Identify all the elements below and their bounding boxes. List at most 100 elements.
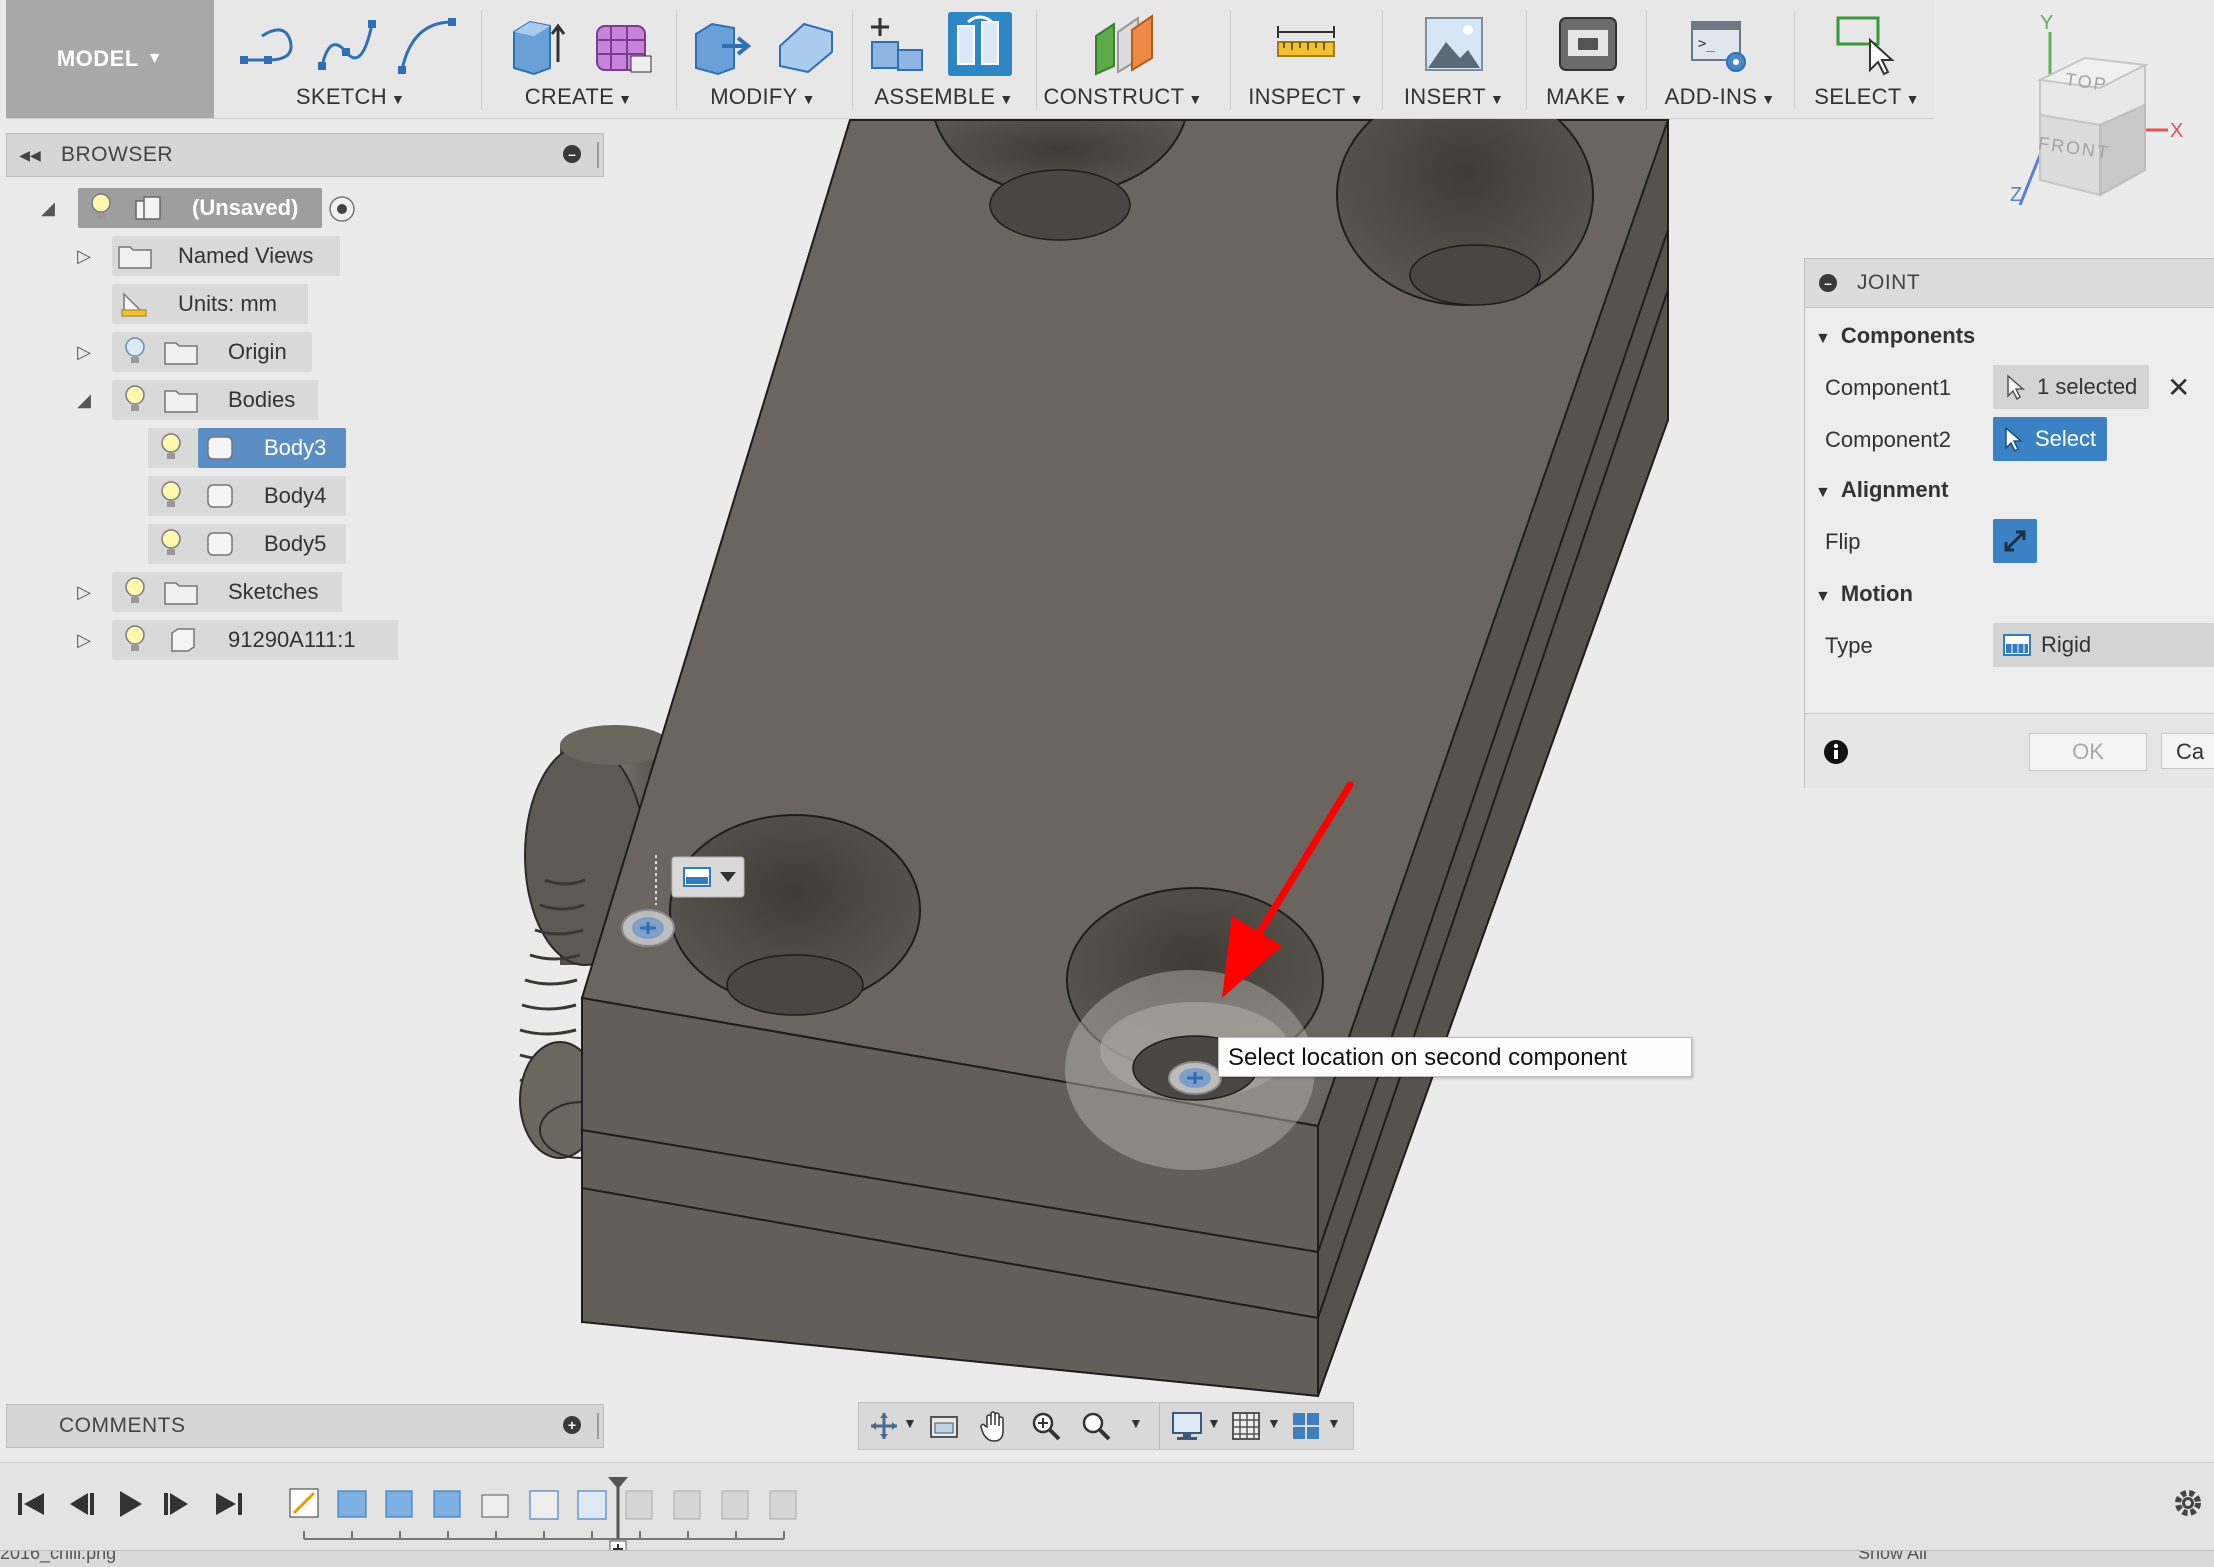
info-icon[interactable]: [1823, 739, 1849, 765]
folder-icon: [164, 342, 198, 365]
components-section-toggle[interactable]: ▼ Components: [1815, 323, 1975, 349]
toolbar-group-make[interactable]: MAKE ▼: [1532, 0, 1642, 118]
toolbar-group-construct[interactable]: CONSTRUCT ▼: [1042, 0, 1204, 118]
display-settings-icon[interactable]: [1171, 1411, 1203, 1441]
lightbulb-icon[interactable]: [88, 191, 114, 225]
expand-triangle-icon[interactable]: ▷: [74, 630, 94, 650]
form-icon[interactable]: [591, 12, 655, 76]
toolbar-group-sketch[interactable]: SKETCH ▼: [228, 0, 473, 118]
axis-z-label: Z: [2010, 184, 2023, 206]
expand-triangle-icon[interactable]: ▷: [74, 246, 94, 266]
joint-dialog: – JOINT ▼ Components Component1 1 selecte…: [1804, 258, 2214, 788]
3d-print-icon[interactable]: [1556, 12, 1620, 76]
lightbulb-icon[interactable]: [158, 479, 184, 513]
line-sketch-icon[interactable]: [238, 12, 302, 76]
toolbar-group-create[interactable]: CREATE ▼: [486, 0, 671, 118]
toolbar-divider: [1526, 10, 1527, 110]
clear-selection-icon[interactable]: ✕: [2167, 371, 2190, 404]
collapse-triangle-icon[interactable]: ◢: [38, 198, 58, 218]
joint-type-mini-dropdown[interactable]: [671, 856, 745, 898]
arc-sketch-icon[interactable]: [394, 12, 458, 76]
expand-triangle-icon[interactable]: ▷: [74, 342, 94, 362]
lightbulb-icon[interactable]: [122, 623, 148, 657]
lightbulb-icon[interactable]: [158, 431, 184, 465]
browser-panel-header[interactable]: ◀◀ BROWSER –: [6, 133, 604, 177]
joint-dialog-title: JOINT: [1857, 271, 1921, 294]
lightbulb-icon[interactable]: [122, 575, 148, 609]
measure-icon[interactable]: [1274, 12, 1338, 76]
fillet-icon[interactable]: [774, 12, 838, 76]
component-icon: [135, 196, 161, 220]
toolbar-group-add-ins[interactable]: >_ ADD-INS ▼: [1652, 0, 1788, 118]
viewports-icon[interactable]: [1291, 1411, 1321, 1441]
component2-selector[interactable]: Select: [1993, 417, 2107, 461]
chevron-down-icon[interactable]: ▼: [1267, 1415, 1281, 1431]
collapse-panel-icon[interactable]: ◀◀: [17, 142, 43, 168]
counterbore-hole-selected[interactable]: [1065, 887, 1324, 1170]
chevron-down-icon[interactable]: ▼: [903, 1415, 917, 1431]
minimize-icon[interactable]: –: [563, 145, 581, 163]
add-comment-icon[interactable]: +: [563, 1416, 581, 1434]
finder-filename: 2016_chili.png: [0, 1550, 117, 1563]
offset-plane-icon[interactable]: [1092, 12, 1156, 76]
press-pull-icon[interactable]: [690, 12, 754, 76]
folder-icon: [164, 390, 198, 413]
component1-selector[interactable]: 1 selected: [1993, 365, 2149, 409]
activate-radio-icon[interactable]: [328, 195, 356, 223]
step-forward-icon[interactable]: [160, 1487, 194, 1521]
chevron-down-icon[interactable]: ▼: [1327, 1415, 1341, 1431]
extrude-icon[interactable]: [506, 12, 570, 76]
spline-sketch-icon[interactable]: [316, 12, 380, 76]
motion-section-toggle[interactable]: ▼ Motion: [1815, 581, 1913, 607]
ok-button[interactable]: OK: [2029, 733, 2147, 771]
folder-icon: [164, 582, 198, 605]
go-to-end-icon[interactable]: [212, 1487, 246, 1521]
panel-grip[interactable]: [597, 1413, 599, 1439]
flip-button[interactable]: [1993, 519, 2037, 563]
expand-triangle-icon[interactable]: ▷: [74, 582, 94, 602]
joint-type-dropdown[interactable]: Rigid: [1993, 623, 2214, 667]
toolbar-group-select[interactable]: SELECT ▼: [1800, 0, 1934, 118]
toolbar-group-label: MAKE: [1546, 84, 1610, 109]
workspace-switcher[interactable]: MODEL ▼: [6, 0, 214, 118]
joint-origin-marker[interactable]: [1168, 1061, 1222, 1095]
joint-dialog-header[interactable]: – JOINT: [1805, 259, 2214, 308]
gear-icon[interactable]: [2170, 1485, 2206, 1521]
alignment-section-toggle[interactable]: ▼ Alignment: [1815, 477, 1948, 503]
scripts-addins-icon[interactable]: >_: [1688, 12, 1752, 76]
toolbar-group-assemble[interactable]: ASSEMBLE ▼: [858, 0, 1030, 118]
insert-image-icon[interactable]: [1422, 12, 1486, 76]
joint-origin-marker[interactable]: [621, 909, 675, 947]
comments-panel-header[interactable]: COMMENTS +: [6, 1404, 604, 1448]
viewcube[interactable]: TOP FRONT Y X Z: [2010, 12, 2200, 210]
grid-settings-icon[interactable]: [1231, 1411, 1261, 1441]
toolbar-group-insert[interactable]: INSERT ▼: [1388, 0, 1520, 118]
toolbar-group-modify[interactable]: MODIFY ▼: [682, 0, 844, 118]
lightbulb-icon[interactable]: [158, 527, 184, 561]
toolbar-group-label: INSPECT: [1248, 84, 1346, 109]
go-to-start-icon[interactable]: [14, 1487, 48, 1521]
play-icon[interactable]: [112, 1487, 146, 1521]
lightbulb-off-icon[interactable]: [122, 335, 148, 369]
new-component-icon[interactable]: [864, 12, 928, 76]
chevron-down-icon[interactable]: ▼: [1207, 1415, 1221, 1431]
collapse-triangle-icon[interactable]: ◢: [74, 390, 94, 410]
orbit-icon[interactable]: [869, 1411, 899, 1441]
root-component-label: (Unsaved): [192, 195, 299, 220]
look-at-icon[interactable]: [929, 1413, 959, 1439]
chevron-down-icon[interactable]: ▼: [1129, 1415, 1143, 1431]
toolbar-divider: [1036, 10, 1037, 110]
step-back-icon[interactable]: [64, 1487, 98, 1521]
cancel-button[interactable]: Ca: [2161, 733, 2214, 769]
panel-grip[interactable]: [597, 142, 599, 168]
lightbulb-icon[interactable]: [122, 383, 148, 417]
select-cursor-icon[interactable]: [1834, 12, 1898, 76]
timeline-feature-track[interactable]: [284, 1477, 804, 1557]
toolbar-group-inspect[interactable]: INSPECT ▼: [1236, 0, 1376, 118]
zoom-icon[interactable]: [1031, 1411, 1061, 1441]
finder-show-all[interactable]: Show All: [1858, 1551, 1927, 1564]
pan-hand-icon[interactable]: [979, 1409, 1011, 1443]
zoom-window-icon[interactable]: [1081, 1411, 1111, 1441]
joint-icon[interactable]: [948, 12, 1012, 76]
minimize-icon[interactable]: –: [1819, 274, 1837, 292]
